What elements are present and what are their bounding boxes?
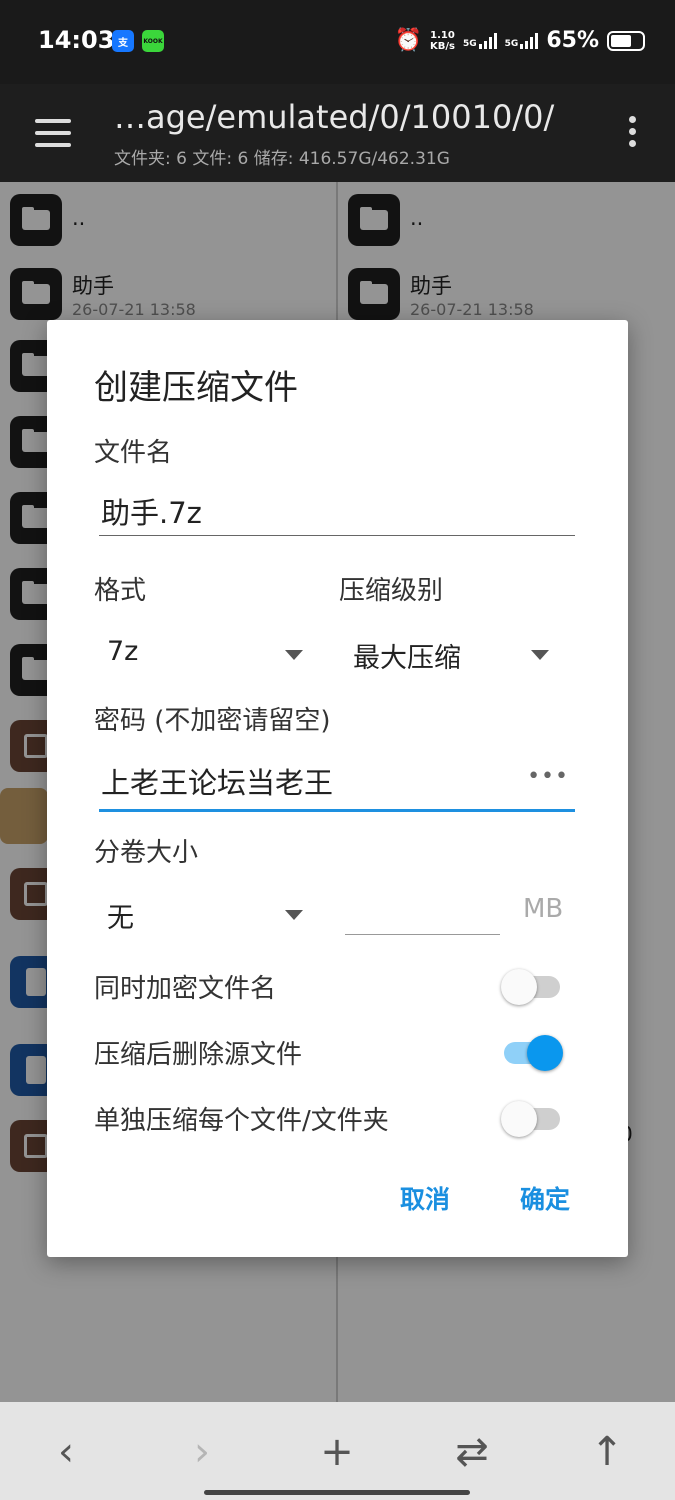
alipay-icon: 支 <box>112 30 134 52</box>
bottom-action-bar: ‹ › + ⇄ ↑ <box>0 1402 675 1500</box>
net-speed-unit: KB/s <box>430 40 456 52</box>
dropdown-arrow-icon <box>285 650 303 660</box>
show-password-icon[interactable]: ••• <box>527 764 569 789</box>
ok-button[interactable]: 确定 <box>520 1180 570 1216</box>
status-bar: 14:03 支 KOOK ⏰ 1.10 KB/s 5G 5G 65% <box>0 0 675 84</box>
filename-input[interactable]: 助手.7z <box>99 490 575 536</box>
net-speed-value: 1.10 <box>430 29 455 41</box>
kook-icon: KOOK <box>142 30 164 52</box>
current-path: …age/emulated/0/10010/0/ <box>114 98 555 136</box>
status-time: 14:03 <box>38 26 115 54</box>
add-icon[interactable]: + <box>307 1422 367 1482</box>
filename-label: 文件名 <box>94 438 173 468</box>
alarm-icon: ⏰ <box>394 28 423 53</box>
format-dropdown[interactable]: 7z <box>93 628 303 678</box>
dialog-title: 创建压缩文件 <box>94 368 298 408</box>
compression-level-label: 压缩级别 <box>339 576 444 606</box>
create-archive-dialog: 创建压缩文件 文件名 助手.7z 格式 压缩级别 7z 最大压缩 密码 (不加密… <box>47 320 628 1257</box>
battery-percent: 65% <box>546 28 599 53</box>
dropdown-arrow-icon <box>531 650 549 660</box>
up-arrow-icon[interactable]: ↑ <box>577 1422 637 1482</box>
net-speed: 1.10 KB/s <box>430 30 455 52</box>
gesture-bar <box>204 1490 470 1495</box>
volume-size-input[interactable] <box>345 878 500 935</box>
back-arrow-icon[interactable]: ‹ <box>36 1422 96 1482</box>
compress-separately-toggle[interactable] <box>501 1096 563 1137</box>
volume-size-label: 分卷大小 <box>94 838 199 868</box>
delete-source-toggle[interactable] <box>501 1030 563 1071</box>
format-value: 7z <box>107 636 139 667</box>
option-label: 同时加密文件名 <box>94 974 277 1004</box>
filename-value: 助手.7z <box>101 496 202 530</box>
signal-icon: 5G <box>504 32 539 49</box>
swap-icon[interactable]: ⇄ <box>442 1422 502 1482</box>
encrypt-filenames-toggle[interactable] <box>501 964 563 1005</box>
cancel-button[interactable]: 取消 <box>400 1180 450 1216</box>
app-toolbar: …age/emulated/0/10010/0/ 文件夹: 6 文件: 6 储存… <box>0 84 675 182</box>
storage-info: 文件夹: 6 文件: 6 储存: 416.57G/462.31G <box>114 149 450 169</box>
password-value: 上老王论坛当老王 <box>101 766 334 800</box>
volume-size-dropdown[interactable]: 无 <box>93 888 303 938</box>
compression-level-dropdown[interactable]: 最大压缩 <box>339 628 549 678</box>
compression-level-value: 最大压缩 <box>353 643 461 674</box>
password-input[interactable]: 上老王论坛当老王 ••• <box>99 760 575 812</box>
signal-icon: 5G <box>463 32 497 49</box>
more-options-icon[interactable] <box>629 116 637 152</box>
signal-label: 5G <box>463 38 477 49</box>
password-label: 密码 (不加密请留空) <box>94 706 331 736</box>
option-label: 压缩后删除源文件 <box>94 1040 303 1070</box>
dropdown-arrow-icon <box>285 910 303 920</box>
signal-label: 5G <box>504 38 519 49</box>
volume-unit: MB <box>523 894 564 924</box>
forward-arrow-icon[interactable]: › <box>172 1422 232 1482</box>
format-label: 格式 <box>94 576 147 606</box>
battery-icon <box>607 30 645 51</box>
volume-size-value: 无 <box>107 903 134 934</box>
menu-icon[interactable] <box>35 119 71 147</box>
option-label: 单独压缩每个文件/文件夹 <box>94 1106 389 1136</box>
